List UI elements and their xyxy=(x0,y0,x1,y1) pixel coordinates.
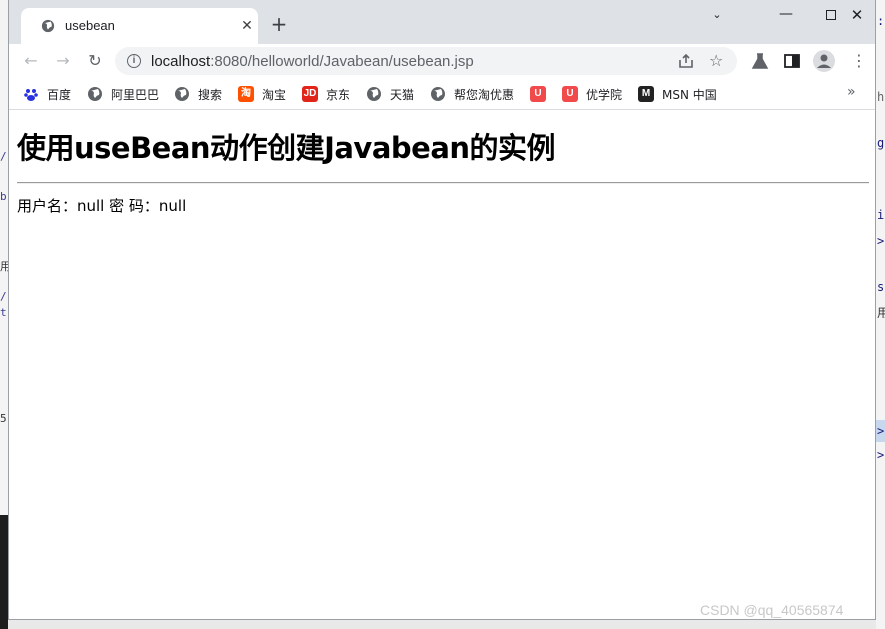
browser-menu-icon[interactable]: ⋮ xyxy=(849,51,869,71)
globe-icon xyxy=(367,87,381,101)
bookmark-label: 京东 xyxy=(326,88,351,102)
editor-fragment: t xyxy=(0,306,7,319)
minimize-button[interactable]: — xyxy=(764,4,808,28)
tab-usebean[interactable]: usebean ✕ xyxy=(21,8,258,44)
site-info-icon[interactable]: i xyxy=(127,54,141,68)
globe-icon xyxy=(41,19,55,33)
editor-fragment: 5 xyxy=(0,412,7,425)
bookmark-label: 搜索 xyxy=(198,88,223,102)
editor-fragment: g xyxy=(877,136,885,150)
address-bar[interactable]: i localhost:8080/helloworld/Javabean/use… xyxy=(115,47,737,75)
tab-search-chevron-icon[interactable]: ⌄ xyxy=(702,4,732,28)
globe-icon xyxy=(88,87,102,101)
coupon-icon: U xyxy=(562,86,578,102)
bookmark-label: MSN 中国 xyxy=(662,88,717,102)
tab-title: usebean xyxy=(65,18,115,33)
csdn-watermark: CSDN @qq_40565874 xyxy=(700,602,844,618)
page-content: 使用useBean动作创建Javabean的实例 用户名：null 密 码：nu… xyxy=(9,111,875,619)
browser-window: usebean ✕ + ⌄ — ✕ ← → ↻ i localhost:8080… xyxy=(8,0,876,620)
editor-fragment: > xyxy=(877,448,885,462)
background-editor-right: : h g i > s 用 > > xyxy=(876,0,885,629)
address-url[interactable]: localhost:8080/helloworld/Javabean/usebe… xyxy=(151,53,474,70)
editor-fragment: i xyxy=(877,208,885,222)
bookmark-star-icon[interactable]: ☆ xyxy=(709,49,723,73)
jd-icon: JD xyxy=(302,86,318,102)
window-close-button[interactable]: ✕ xyxy=(835,4,875,28)
browser-toolbar: ← → ↻ i localhost:8080/helloworld/Javabe… xyxy=(9,44,875,78)
editor-fragment: > xyxy=(877,234,885,248)
bookmark-label: 淘宝 xyxy=(262,88,287,102)
page-heading: 使用useBean动作创建Javabean的实例 xyxy=(17,131,556,165)
background-editor-left: / b 用 / t 5 xyxy=(0,0,11,629)
taobao-icon: 淘 xyxy=(238,86,254,102)
editor-fragment: b xyxy=(0,190,7,203)
horizontal-rule xyxy=(17,182,869,184)
user-info-line: 用户名：null 密 码：null xyxy=(17,197,187,215)
bookmark-label: 帮您淘优惠 xyxy=(454,88,515,102)
bookmark-label: 优学院 xyxy=(586,88,623,102)
editor-fragment: / xyxy=(0,290,7,303)
globe-icon xyxy=(431,87,445,101)
bookmark-label: 天猫 xyxy=(390,88,415,102)
baidu-icon xyxy=(24,89,38,101)
url-path: :8080/helloworld/Javabean/usebean.jsp xyxy=(210,53,474,70)
editor-fragment: h xyxy=(877,90,885,104)
tab-strip: usebean ✕ + ⌄ — ✕ xyxy=(9,0,875,44)
back-button[interactable]: ← xyxy=(19,49,43,73)
side-panel-icon[interactable] xyxy=(782,51,802,71)
profile-avatar-icon[interactable] xyxy=(813,50,835,72)
labs-flask-icon[interactable] xyxy=(750,51,770,71)
editor-fragment: 用 xyxy=(877,306,885,320)
editor-fragment: > xyxy=(877,424,885,438)
coupon-icon: U xyxy=(530,86,546,102)
share-icon[interactable] xyxy=(677,52,695,70)
forward-button[interactable]: → xyxy=(51,49,75,73)
bookmark-label: 百度 xyxy=(47,88,72,102)
msn-icon: M xyxy=(638,86,654,102)
editor-fragment: / xyxy=(0,150,7,163)
url-host: localhost xyxy=(151,53,211,70)
bookmarks-bar: 百度 阿里巴巴 搜索 淘 淘宝 JD 京东 天猫 帮您淘优惠 U U 优学院 M… xyxy=(9,78,875,110)
editor-fragment: s xyxy=(877,280,885,294)
background-taskbar-strip xyxy=(8,620,876,629)
bookmarks-overflow-icon[interactable]: » xyxy=(847,84,856,100)
globe-icon xyxy=(175,87,189,101)
editor-fragment: : xyxy=(877,14,885,28)
new-tab-button[interactable]: + xyxy=(269,14,289,34)
bookmark-label: 阿里巴巴 xyxy=(111,88,160,102)
background-dark-panel xyxy=(0,515,8,629)
tab-close-icon[interactable]: ✕ xyxy=(239,18,255,34)
reload-button[interactable]: ↻ xyxy=(83,49,107,73)
